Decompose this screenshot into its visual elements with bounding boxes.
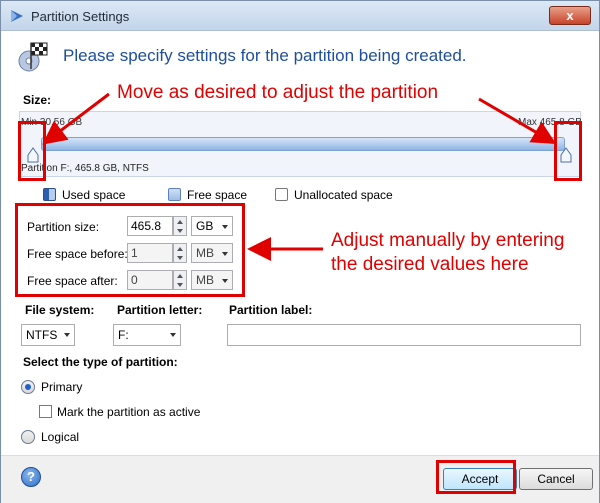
annotation-arrows <box>42 92 557 261</box>
arrow-to-left-handle <box>42 92 110 145</box>
partition-settings-window: Partition Settings x Please specify sett… <box>0 0 600 503</box>
arrow-to-right-handle <box>478 97 557 145</box>
